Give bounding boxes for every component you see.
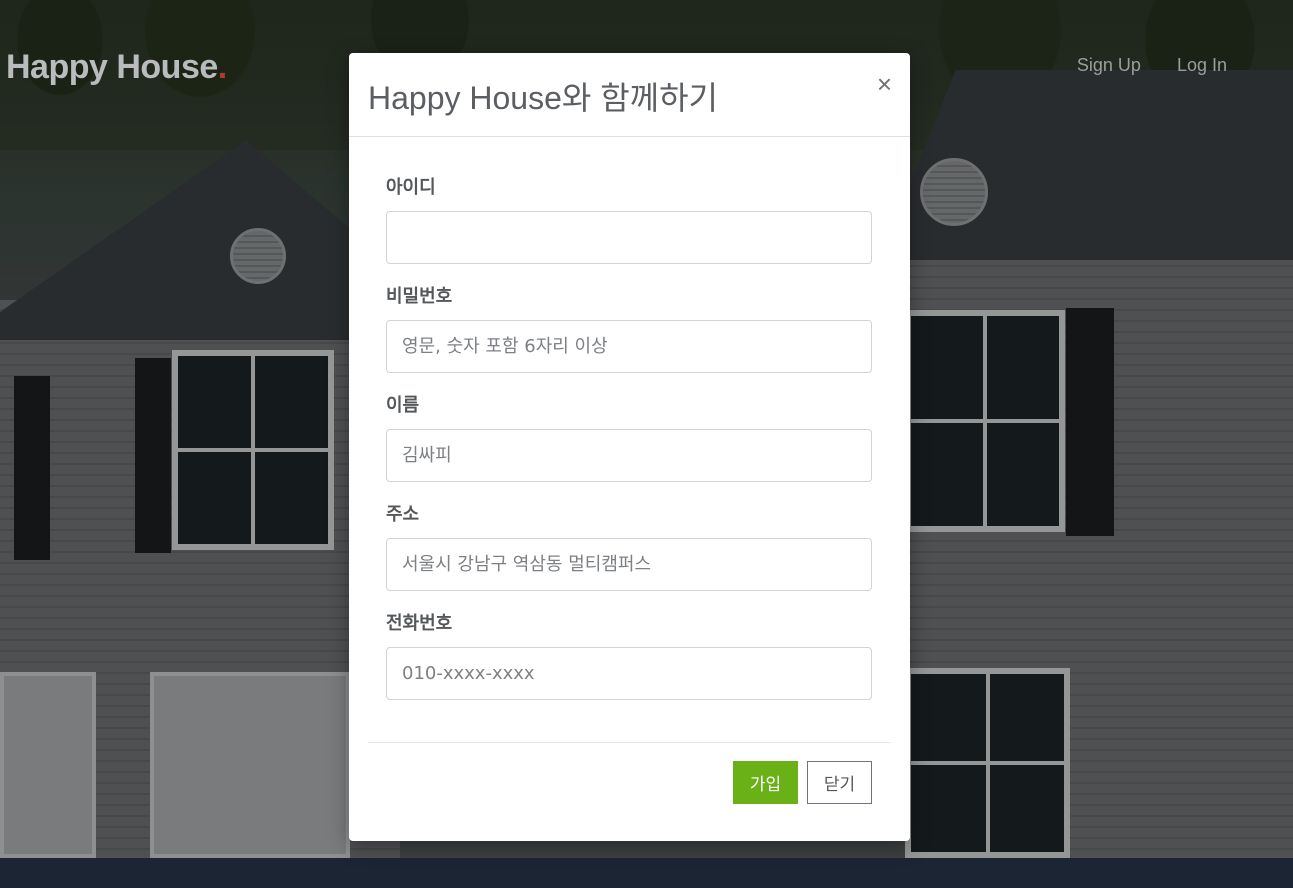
close-button[interactable]: 닫기: [807, 761, 872, 804]
nav-links: Sign Up Log In: [1077, 55, 1227, 76]
name-label: 이름: [386, 395, 420, 415]
name-input[interactable]: [386, 429, 872, 482]
password-label: 비밀번호: [386, 286, 453, 306]
form-group-id: 아이디: [386, 177, 872, 264]
nav-sign-up-link[interactable]: Sign Up: [1077, 55, 1141, 76]
brand-logo[interactable]: Happy House.: [6, 48, 227, 87]
footer-bar: [0, 858, 1293, 888]
address-input[interactable]: [386, 538, 872, 591]
modal-header: Happy House와 함께하기 ×: [349, 53, 910, 137]
form-group-address: 주소: [386, 504, 872, 591]
form-group-name: 이름: [386, 395, 872, 482]
brand-dot: .: [217, 48, 227, 86]
modal-title: Happy House와 함께하기: [368, 80, 718, 116]
signup-modal: Happy House와 함께하기 × 아이디 비밀번호 이름 주소 전화번호 …: [349, 53, 910, 841]
form-group-password: 비밀번호: [386, 286, 872, 373]
join-button[interactable]: 가입: [733, 761, 798, 804]
form-group-phone: 전화번호: [386, 613, 872, 700]
id-input[interactable]: [386, 211, 872, 264]
nav-log-in-link[interactable]: Log In: [1177, 55, 1227, 76]
phone-input[interactable]: [386, 647, 872, 700]
modal-body: 아이디 비밀번호 이름 주소 전화번호: [349, 137, 910, 700]
brand-text: Happy House: [6, 48, 218, 86]
close-icon[interactable]: ×: [877, 71, 892, 97]
phone-label: 전화번호: [386, 613, 453, 633]
id-label: 아이디: [386, 177, 436, 197]
password-input[interactable]: [386, 320, 872, 373]
address-label: 주소: [386, 504, 420, 524]
modal-footer: 가입 닫기: [368, 742, 891, 841]
